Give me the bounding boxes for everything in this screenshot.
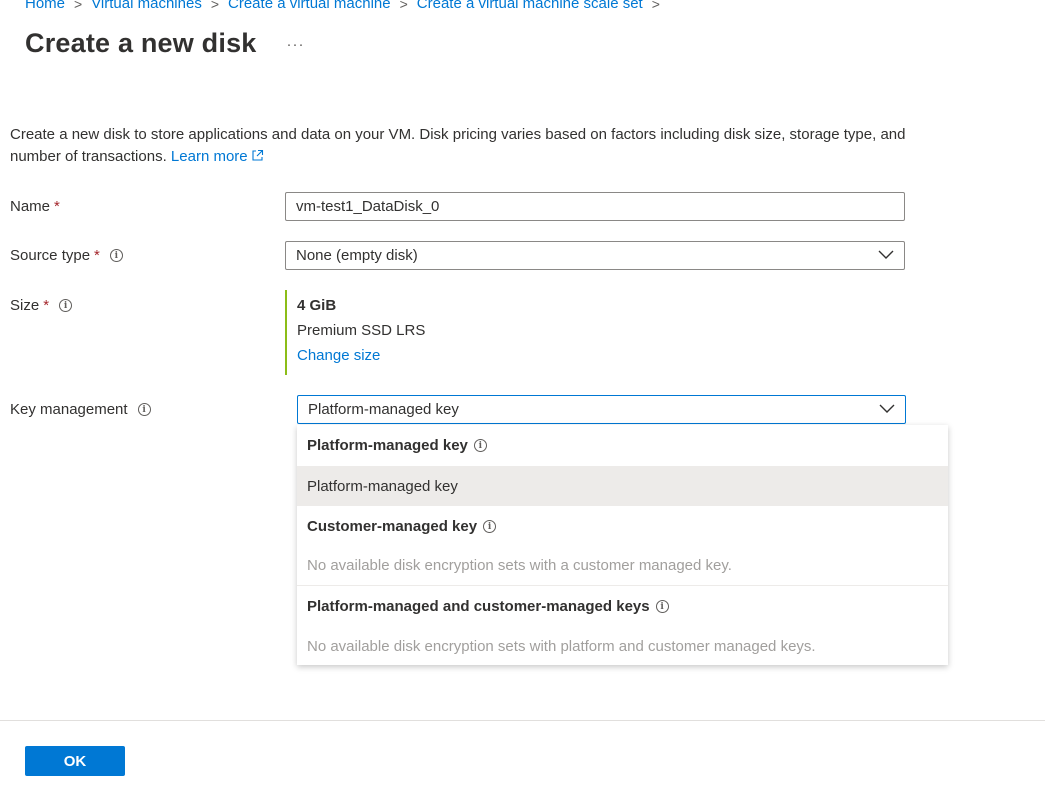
name-input[interactable]: vm-test1_DataDisk_0 [285,192,905,221]
chevron-right-icon: > [74,0,83,12]
required-indicator: * [43,297,50,314]
breadcrumb-virtual-machines[interactable]: Virtual machines [91,0,202,12]
source-type-select[interactable]: None (empty disk) [285,241,905,270]
source-type-value: None (empty disk) [296,247,418,264]
chevron-right-icon: > [399,0,408,12]
platform-customer-key-empty-message: No available disk encryption sets with p… [307,638,816,655]
learn-more-link[interactable]: Learn more [171,148,264,165]
key-management-value: Platform-managed key [308,401,459,418]
name-label: Name * [10,198,60,215]
info-icon[interactable]: i [655,600,669,613]
more-options-button[interactable]: ··· [287,36,305,53]
key-management-select[interactable]: Platform-managed key [297,395,906,424]
source-type-label: Source type * i [10,247,123,264]
chevron-down-icon [878,250,894,259]
chevron-down-icon [879,404,895,413]
breadcrumb: Home > Virtual machines > Create a virtu… [25,0,669,12]
breadcrumb-create-vm[interactable]: Create a virtual machine [228,0,391,12]
group-header-customer: Customer-managed key i [307,518,497,535]
footer-divider [0,720,1045,721]
required-indicator: * [54,198,60,215]
title-row: Create a new disk ··· [25,28,305,59]
change-size-link[interactable]: Change size [297,347,425,364]
group-header-platform-and-customer: Platform-managed and customer-managed ke… [307,598,669,615]
required-indicator: * [94,247,100,264]
external-link-icon [252,149,263,161]
key-management-label: Key management i [10,401,151,418]
info-icon[interactable]: i [137,403,151,416]
description-text: Create a new disk to store applications … [10,126,906,165]
chevron-right-icon: > [651,0,660,12]
page-title: Create a new disk [25,28,257,58]
divider [297,585,948,586]
info-icon[interactable]: i [473,439,487,452]
info-icon[interactable]: i [59,299,73,312]
ok-button[interactable]: OK [25,746,125,776]
size-value: 4 GiB [297,297,337,314]
key-management-dropdown: Platform-managed key i Platform-managed … [297,425,948,665]
info-icon[interactable]: i [483,520,497,533]
customer-key-empty-message: No available disk encryption sets with a… [307,557,732,574]
chevron-right-icon: > [210,0,220,12]
breadcrumb-home[interactable]: Home [25,0,65,12]
info-icon[interactable]: i [109,249,123,262]
group-header-platform: Platform-managed key i [307,437,487,454]
size-label: Size * i [10,297,73,314]
size-summary: 4 GiB Premium SSD LRS Change size [285,290,425,375]
description: Create a new disk to store applications … [10,124,910,168]
name-input-value: vm-test1_DataDisk_0 [296,198,440,215]
size-sku: Premium SSD LRS [297,322,426,339]
option-platform-managed-key[interactable]: Platform-managed key [297,466,948,506]
breadcrumb-create-vmss[interactable]: Create a virtual machine scale set [417,0,643,12]
